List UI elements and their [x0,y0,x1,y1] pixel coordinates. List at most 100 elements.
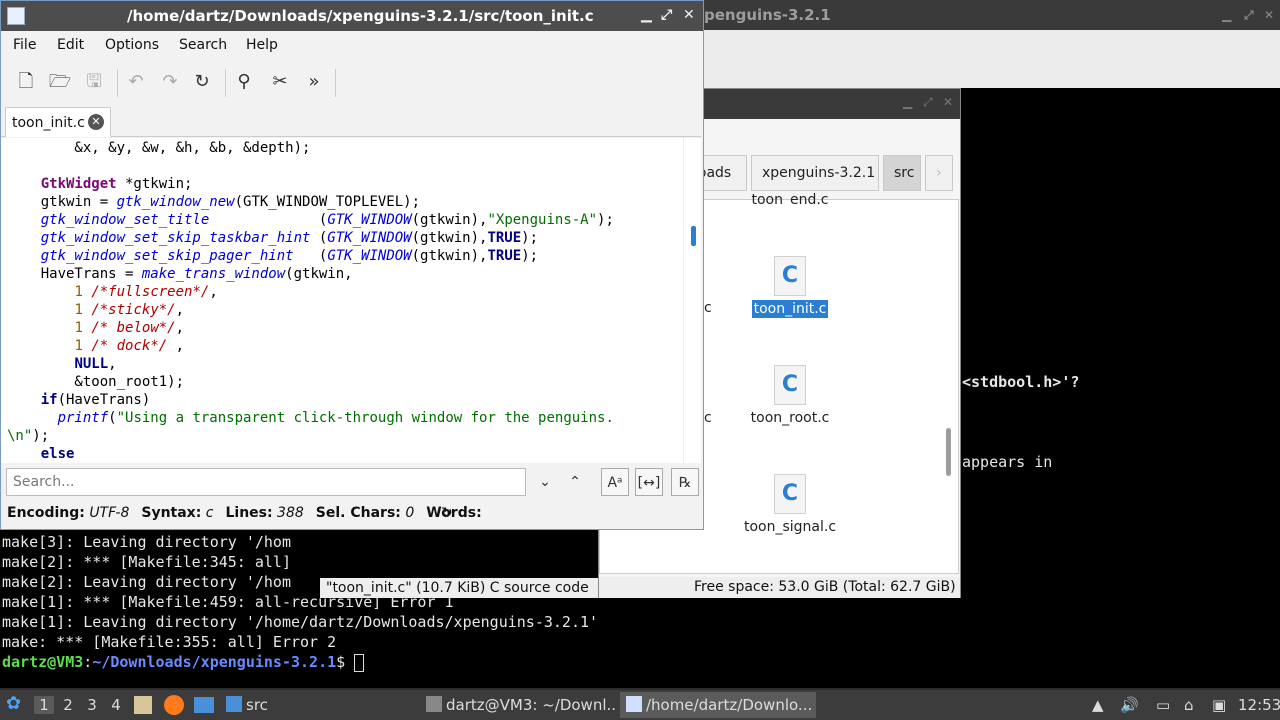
code-line: 1 /* dock*/ , [74,338,185,354]
editor-titlebar[interactable]: /home/dartz/Downloads/xpenguins-3.2.1/sr… [1,1,703,31]
terminal-icon [426,696,442,712]
syntax-value: c [205,505,214,521]
encoding-label: Encoding: [7,505,85,521]
menu-edit[interactable]: Edit [57,37,84,53]
tab-toon-init[interactable]: toon_init.c ✕ [5,107,111,137]
chevron-up-icon[interactable]: ⌃ [561,468,589,496]
close-icon[interactable]: ✕ [1264,8,1274,22]
minimize-icon[interactable]: ▁ [641,7,652,23]
menubar: File Edit Options Search Help [1,33,701,59]
lines-label: Lines: [225,505,273,521]
terminal-line: make[1]: Leaving directory '/home/dartz/… [2,613,599,631]
toolbar: 🗋 🗁 🖫 ↶ ↷ ↻ ⚲ ✂ » [1,63,701,103]
maximize-icon[interactable]: ⤢ [1244,8,1254,23]
workspace-1[interactable]: 1 [34,696,54,714]
prompt-path: ~/Downloads/xpenguins-3.2.1 [92,653,337,671]
file-manager-status-left: "toon_init.c" (10.7 KiB) C source code [320,578,598,598]
code-scrollbar[interactable] [683,138,701,463]
tray-up-icon[interactable]: ▲ [1092,696,1104,714]
minimize-icon[interactable]: ▁ [1222,8,1231,22]
editor-title: /home/dartz/Downloads/xpenguins-3.2.1/sr… [127,7,594,25]
open-folder-icon[interactable]: 🗁 [45,67,75,97]
code-line: printf("Using a transparent click-throug… [57,410,614,426]
prompt-separator: : [83,653,93,671]
file-item[interactable]: Ctoon_init.c [730,256,850,318]
minimize-icon[interactable]: ▁ [903,95,912,109]
reload-icon[interactable]: ↻ [187,67,217,97]
tab-label: toon_init.c [12,115,85,131]
task-terminal[interactable]: dartz@VM3: ~/Downl... [420,692,616,718]
redo-icon[interactable]: ↷ [155,67,185,97]
match-case-icon[interactable]: Aᵃ [601,468,629,496]
menu-options[interactable]: Options [105,37,159,53]
search-bar: Search... ⌄ ⌃ Aᵃ [↔] ℞ [1,465,701,499]
desktop-icon[interactable] [194,697,214,713]
toolbar-separator [335,69,336,97]
c-file-icon: C [774,365,806,405]
file-manager-statusbar: Free space: 53.0 GiB (Total: 62.7 GiB) [599,577,960,598]
volume-icon[interactable]: 🔊 [1120,696,1139,714]
menu-search[interactable]: Search [179,37,227,53]
file-label: toon_signal.c [743,519,837,535]
code-line: &x, &y, &w, &h, &b, &depth); [7,140,311,156]
code-editor[interactable]: &x, &y, &w, &h, &b, &depth); GtkWidget *… [1,138,683,463]
regex-icon[interactable]: ℞ [671,468,699,496]
file-label: toon_init.c [751,300,829,318]
prompt-end: $ [336,653,355,671]
prompt-user: dartz@VM3 [2,653,84,671]
close-tab-icon[interactable]: ✕ [88,114,104,130]
breadcrumb-src[interactable]: src [883,155,921,191]
maximize-icon[interactable]: ⤢ [661,7,672,23]
file-item[interactable]: Ctoon_signal.c [730,474,850,535]
file-label: c [704,410,712,426]
workspace-3[interactable]: 3 [82,696,102,714]
code-line: HaveTrans = make_trans_window(gtkwin, [7,266,353,282]
code-line: else [40,446,75,462]
file-label: c [704,300,712,316]
menu-file[interactable]: File [13,37,36,53]
save-icon[interactable]: 🖫 [79,67,109,97]
terminal-cursor [354,653,365,672]
close-icon[interactable]: ✕ [943,95,953,109]
code-line: gtk_window_set_skip_pager_hint (GTK_WIND… [40,248,539,264]
workspace-4[interactable]: 4 [106,696,126,714]
code-line: \n"); [7,428,50,444]
network-icon[interactable]: ⌂ [1184,696,1194,714]
file-manager-launcher-icon[interactable] [134,696,152,714]
find-replace-icon[interactable]: ✂ [265,67,295,97]
workspace-2[interactable]: 2 [58,696,78,714]
find-icon[interactable]: ⚲ [229,67,259,97]
code-line: &toon_root1); [7,374,185,390]
task-editor[interactable]: /home/dartz/Downlo... [620,692,816,718]
refresh-icon[interactable]: ↻ [441,505,453,521]
firefox-icon[interactable] [164,695,184,715]
taskbar: ✿ 1 2 3 4 src dartz@VM3: ~/Downl... /hom… [0,690,1280,720]
search-input[interactable]: Search... [6,468,526,496]
background-window-title: penguins-3.2.1 [704,6,831,24]
scrollbar-thumb[interactable] [946,428,951,476]
maximize-icon[interactable]: ⤢ [923,95,933,110]
screen-icon[interactable]: ▣ [1212,696,1226,714]
taskbar-folder[interactable]: src [226,696,268,714]
start-menu-icon[interactable]: ✿ [6,693,21,714]
undo-icon[interactable]: ↶ [121,67,151,97]
text-editor-window: /home/dartz/Downloads/xpenguins-3.2.1/sr… [0,0,704,530]
syntax-label: Syntax: [141,505,202,521]
chevron-right-icon[interactable]: › [925,155,953,191]
breadcrumb-xpenguins[interactable]: xpenguins-3.2.1 [751,155,879,191]
clock[interactable]: 12:53 [1238,696,1280,714]
scrollbar-thumb[interactable] [691,226,696,246]
new-file-icon[interactable]: 🗋 [11,67,41,97]
sel-chars-label: Sel. Chars: [315,505,401,521]
file-item[interactable]: Ctoon_root.c [730,365,850,426]
terminal-line: make[2]: Leaving directory '/hom [2,573,291,591]
more-icon[interactable]: » [299,67,329,97]
chevron-down-icon[interactable]: ⌄ [531,468,559,496]
close-icon[interactable]: ✕ [683,7,695,23]
file-item[interactable]: toon_end.c [730,192,850,206]
sel-chars-value: 0 [405,505,415,521]
display-icon[interactable]: ▭ [1156,696,1170,714]
whole-word-icon[interactable]: [↔] [635,468,663,496]
c-file-icon: C [774,256,806,296]
menu-help[interactable]: Help [246,37,278,53]
